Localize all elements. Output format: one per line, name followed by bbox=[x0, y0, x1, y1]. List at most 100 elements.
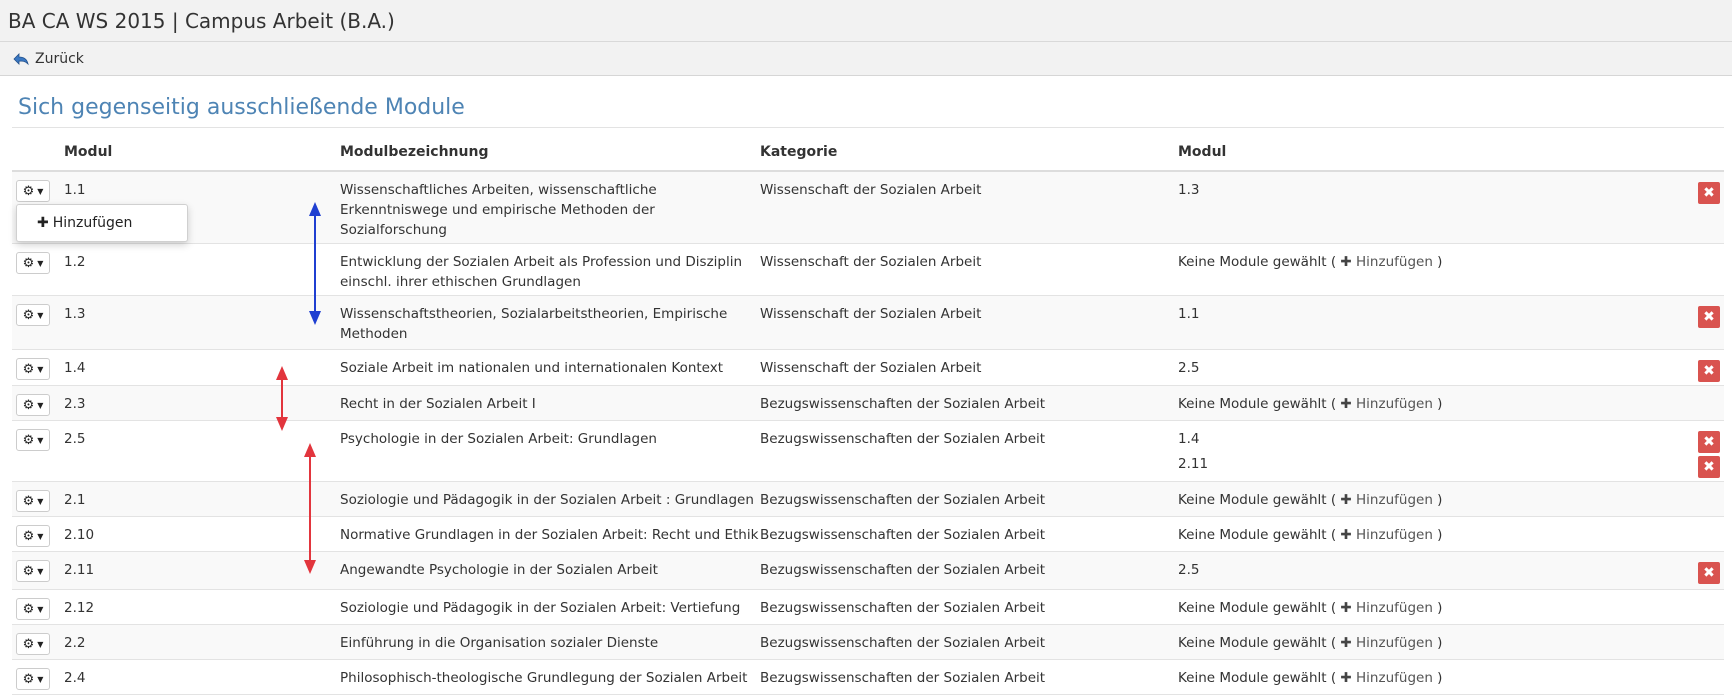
module-category: Wissenschaft der Sozialen Arbeit bbox=[760, 254, 982, 270]
remove-exclusion-button[interactable]: ✖ bbox=[1698, 182, 1720, 204]
exclusive-modules-cell: 1.4 2.11 bbox=[1178, 429, 1684, 481]
exclusive-module-id: 1.3 bbox=[1178, 182, 1200, 198]
back-button[interactable]: Zurück bbox=[12, 51, 84, 67]
remove-exclusion-button[interactable]: ✖ bbox=[1698, 562, 1720, 584]
module-name: Normative Grundlagen in der Sozialen Arb… bbox=[340, 527, 759, 543]
module-category: Wissenschaft der Sozialen Arbeit bbox=[760, 360, 982, 376]
row-actions-button[interactable]: ⚙ ▼ bbox=[16, 358, 50, 380]
add-module-link[interactable]: ✚ Hinzufügen bbox=[1340, 254, 1432, 270]
header-modulbezeichnung: Modulbezeichnung bbox=[340, 144, 489, 160]
row-actions-button[interactable]: ⚙ ▼ bbox=[16, 633, 50, 655]
gear-icon: ⚙ bbox=[22, 183, 35, 199]
module-id: 2.10 bbox=[64, 527, 95, 543]
module-name: Soziologie und Pädagogik in der Sozialen… bbox=[340, 492, 754, 508]
exclusive-modules-cell: Keine Module gewählt ( ✚ Hinzufügen ) bbox=[1178, 254, 1443, 270]
plus-icon: ✚ bbox=[1340, 635, 1352, 651]
exclusive-modules-cell: Keine Module gewählt ( ✚ Hinzufügen ) bbox=[1178, 600, 1443, 616]
add-module-link[interactable]: ✚ Hinzufügen bbox=[1340, 492, 1432, 508]
caret-down-icon: ▼ bbox=[37, 566, 44, 576]
row-actions-button[interactable]: ⚙ ▼ bbox=[16, 394, 50, 416]
header-modul: Modul bbox=[64, 144, 113, 160]
exclusive-modules-cell: 2.5 bbox=[1178, 358, 1684, 385]
actions-dropdown-add[interactable]: ✚ Hinzufügen bbox=[16, 204, 188, 242]
row-actions-button[interactable]: ⚙ ▼ bbox=[16, 668, 50, 690]
section-title: Sich gegenseitig ausschließende Module bbox=[18, 95, 465, 120]
module-id: 2.3 bbox=[64, 396, 86, 412]
module-category: Wissenschaft der Sozialen Arbeit bbox=[760, 182, 982, 198]
exclusive-modules-cell: 1.3 bbox=[1178, 180, 1684, 207]
module-name: Wissenschaftliches Arbeiten, wissenschaf… bbox=[340, 182, 657, 238]
module-id: 1.3 bbox=[64, 306, 86, 322]
add-module-link[interactable]: ✚ Hinzufügen bbox=[1340, 396, 1432, 412]
caret-down-icon: ▼ bbox=[37, 435, 44, 445]
module-category: Bezugswissenschaften der Sozialen Arbeit bbox=[760, 670, 1046, 686]
module-id: 1.1 bbox=[64, 182, 86, 198]
plus-icon: ✚ bbox=[1340, 670, 1352, 686]
module-category: Bezugswissenschaften der Sozialen Arbeit bbox=[760, 600, 1046, 616]
module-id: 2.11 bbox=[64, 562, 95, 578]
row-actions-button[interactable]: ⚙ ▼ bbox=[16, 560, 50, 582]
gear-icon: ⚙ bbox=[22, 528, 35, 544]
close-icon: ✖ bbox=[1703, 185, 1715, 201]
gear-icon: ⚙ bbox=[22, 636, 35, 652]
plus-icon: ✚ bbox=[1340, 492, 1352, 508]
gear-icon: ⚙ bbox=[22, 563, 35, 579]
table-row: ⚙ ▼ 2.11 Angewandte Psychologie in der Sozi… bbox=[12, 552, 1724, 590]
close-icon: ✖ bbox=[1703, 309, 1715, 325]
row-actions-button[interactable]: ⚙ ▼ bbox=[16, 252, 50, 274]
row-actions-button[interactable]: ⚙ ▼ bbox=[16, 429, 50, 451]
table-row: ⚙ ▼ 2.1 Soziologie und Pädagogik in der Soz… bbox=[12, 482, 1724, 517]
back-button-label: Zurück bbox=[35, 50, 84, 67]
title-bar: BA CA WS 2015 | Campus Arbeit (B.A.) bbox=[0, 0, 1732, 42]
module-name: Philosophisch-theologische Grundlegung d… bbox=[340, 670, 748, 686]
row-actions-button[interactable]: ⚙ ▼ bbox=[16, 525, 50, 547]
close-icon: ✖ bbox=[1703, 565, 1715, 581]
row-actions-button[interactable]: ⚙ ▼ bbox=[16, 490, 50, 512]
exclusive-module-list: 1.1 bbox=[1178, 306, 1684, 331]
module-category: Bezugswissenschaften der Sozialen Arbeit bbox=[760, 635, 1046, 651]
table-row: ⚙ ▼ 2.2 Einführung in die Organisation sozi… bbox=[12, 625, 1724, 660]
exclusive-modules-cell: Keine Module gewählt ( ✚ Hinzufügen ) bbox=[1178, 492, 1443, 508]
module-name: Entwicklung der Sozialen Arbeit als Prof… bbox=[340, 254, 743, 290]
close-icon: ✖ bbox=[1703, 363, 1715, 379]
caret-down-icon: ▼ bbox=[37, 364, 44, 374]
caret-down-icon: ▼ bbox=[37, 186, 44, 196]
caret-down-icon: ▼ bbox=[37, 496, 44, 506]
module-id: 2.4 bbox=[64, 670, 86, 686]
exclusive-module-id: 1.4 bbox=[1178, 431, 1200, 447]
table-row: ⚙ ▼ 2.12 Soziologie und Pädagogik in der So… bbox=[12, 590, 1724, 625]
remove-exclusion-button[interactable]: ✖ bbox=[1698, 431, 1720, 453]
module-name: Recht in der Sozialen Arbeit I bbox=[340, 396, 536, 412]
exclusive-modules-cell: Keine Module gewählt ( ✚ Hinzufügen ) bbox=[1178, 635, 1443, 651]
module-name: Soziale Arbeit im nationalen und interna… bbox=[340, 360, 724, 376]
module-name: Wissenschaftstheorien, Sozialarbeitstheo… bbox=[340, 306, 728, 342]
add-module-link[interactable]: ✚ Hinzufügen bbox=[1340, 670, 1432, 686]
remove-exclusion-button[interactable]: ✖ bbox=[1698, 456, 1720, 478]
exclusive-module-list: 1.4 2.11 bbox=[1178, 431, 1684, 481]
dropdown-add-label: Hinzufügen bbox=[52, 215, 133, 231]
exclusive-modules-cell: Keine Module gewählt ( ✚ Hinzufügen ) bbox=[1178, 396, 1443, 412]
remove-exclusion-button[interactable]: ✖ bbox=[1698, 306, 1720, 328]
module-category: Bezugswissenschaften der Sozialen Arbeit bbox=[760, 396, 1046, 412]
add-module-link[interactable]: ✚ Hinzufügen bbox=[1340, 600, 1432, 616]
gear-icon: ⚙ bbox=[22, 307, 35, 323]
caret-down-icon: ▼ bbox=[37, 604, 44, 614]
add-module-link[interactable]: ✚ Hinzufügen bbox=[1340, 527, 1432, 543]
empty-modules-text: Keine Module gewählt ( bbox=[1178, 527, 1337, 543]
close-icon: ✖ bbox=[1703, 459, 1715, 475]
empty-modules-text: Keine Module gewählt ( bbox=[1178, 600, 1337, 616]
gear-icon: ⚙ bbox=[22, 255, 35, 271]
exclusive-module-id: 2.5 bbox=[1178, 360, 1200, 376]
row-actions-button[interactable]: ⚙ ▼ bbox=[16, 598, 50, 620]
add-module-link[interactable]: ✚ Hinzufügen bbox=[1340, 635, 1432, 651]
exclusive-modules-cell: 2.5 bbox=[1178, 560, 1684, 587]
table-body: ⚙ ▼ 1.1 Wissenschaftliches Arbeiten, wissen… bbox=[12, 172, 1724, 695]
gear-icon: ⚙ bbox=[22, 361, 35, 377]
module-category: Bezugswissenschaften der Sozialen Arbeit bbox=[760, 562, 1046, 578]
table-row: ⚙ ▼ 2.10 Normative Grundlagen in der Sozial… bbox=[12, 517, 1724, 552]
exclusive-module-list: 2.5 bbox=[1178, 562, 1684, 587]
row-actions-button[interactable]: ⚙ ▼ bbox=[16, 180, 50, 202]
row-actions-button[interactable]: ⚙ ▼ bbox=[16, 304, 50, 326]
caret-down-icon: ▼ bbox=[37, 258, 44, 268]
remove-exclusion-button[interactable]: ✖ bbox=[1698, 360, 1720, 382]
